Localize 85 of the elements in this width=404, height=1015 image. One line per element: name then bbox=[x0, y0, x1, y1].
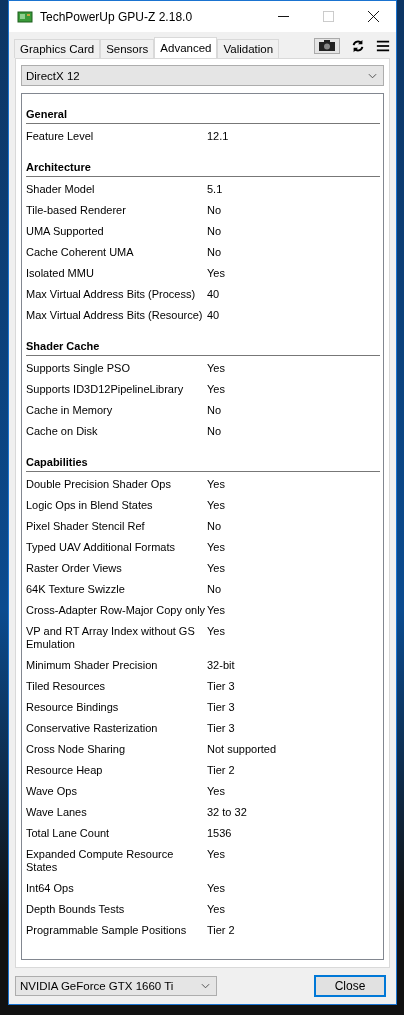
gpu-dropdown[interactable]: NVIDIA GeForce GTX 1660 Ti bbox=[15, 976, 217, 996]
property-value: Yes bbox=[207, 362, 225, 374]
property-value: Tier 2 bbox=[207, 764, 235, 776]
property-label: Double Precision Shader Ops bbox=[26, 478, 171, 490]
property-value: 1536 bbox=[207, 827, 232, 839]
property-value: Yes bbox=[207, 882, 225, 894]
property-value: Yes bbox=[207, 267, 225, 279]
property-value: No bbox=[207, 404, 222, 416]
section-heading: General bbox=[26, 108, 67, 120]
property-label: VP and RT Array Index without GS Emulation bbox=[26, 625, 195, 650]
property-value: Yes bbox=[207, 499, 225, 511]
property-value: Not supported bbox=[207, 743, 277, 755]
property-label: Typed UAV Additional Formats bbox=[26, 541, 175, 553]
property-value: 32-bit bbox=[207, 659, 235, 671]
tab[interactable]: Advanced bbox=[154, 37, 218, 59]
property-label: UMA Supported bbox=[26, 225, 104, 237]
property-value: Tier 3 bbox=[207, 701, 235, 713]
close-button[interactable]: Close bbox=[314, 975, 386, 997]
property-value: Yes bbox=[207, 785, 225, 797]
property-value: 32 to 32 bbox=[207, 806, 247, 818]
property-label: Cache Coherent UMA bbox=[26, 246, 134, 258]
property-label: Max Virtual Address Bits (Resource) bbox=[26, 309, 203, 321]
property-value: Yes bbox=[207, 625, 225, 637]
camera-icon[interactable] bbox=[314, 38, 340, 54]
property-value: Yes bbox=[207, 541, 225, 553]
property-value: 12.1 bbox=[207, 130, 229, 142]
property-label: Supports ID3D12PipelineLibrary bbox=[26, 383, 184, 395]
property-value: Yes bbox=[207, 848, 225, 860]
property-value: Yes bbox=[207, 478, 225, 490]
property-label: Supports Single PSO bbox=[26, 362, 130, 374]
window-title: TechPowerUp GPU-Z 2.18.0 bbox=[40, 9, 194, 24]
property-label: Programmable Sample Positions bbox=[26, 924, 187, 936]
tab[interactable]: Graphics Card bbox=[14, 39, 101, 58]
property-label: Wave Ops bbox=[26, 785, 77, 797]
property-label: Raster Order Views bbox=[26, 562, 122, 574]
property-value: Tier 2 bbox=[207, 924, 235, 936]
property-label: Cross-Adapter Row-Major Copy only bbox=[26, 604, 206, 616]
tab[interactable]: Validation bbox=[217, 39, 280, 58]
property-label: Max Virtual Address Bits (Process) bbox=[26, 288, 196, 300]
property-label: Cross Node Sharing bbox=[26, 743, 126, 755]
property-label: Tile-based Renderer bbox=[26, 204, 126, 216]
property-value: Tier 3 bbox=[207, 680, 235, 692]
section-heading: Shader Cache bbox=[26, 340, 100, 352]
api-dropdown[interactable]: DirectX 12 bbox=[21, 65, 384, 86]
chevron-down-icon bbox=[368, 72, 377, 79]
menu-icon[interactable] bbox=[376, 39, 390, 53]
property-value: 40 bbox=[207, 288, 220, 300]
property-value: No bbox=[207, 425, 222, 437]
property-label: Shader Model bbox=[26, 183, 95, 195]
property-value: 40 bbox=[207, 309, 220, 321]
property-label: Logic Ops in Blend States bbox=[26, 499, 153, 511]
close-icon[interactable] bbox=[368, 11, 379, 22]
property-value: 5.1 bbox=[207, 183, 223, 195]
chevron-down-icon bbox=[201, 983, 210, 989]
tab[interactable]: Sensors bbox=[100, 39, 155, 58]
property-label: Total Lane Count bbox=[26, 827, 110, 839]
property-label: Tiled Resources bbox=[26, 680, 106, 692]
property-label: Feature Level bbox=[26, 130, 94, 142]
property-value: Yes bbox=[207, 562, 225, 574]
property-label: Isolated MMU bbox=[26, 267, 94, 279]
property-label: Conservative Rasterization bbox=[26, 722, 158, 734]
graphics-card-icon bbox=[17, 8, 33, 25]
property-value: Yes bbox=[207, 903, 225, 915]
property-value: Yes bbox=[207, 604, 225, 616]
property-label: Int64 Ops bbox=[26, 882, 74, 894]
refresh-icon[interactable] bbox=[351, 39, 365, 53]
property-value: No bbox=[207, 246, 222, 258]
property-value: No bbox=[207, 225, 222, 237]
property-value: No bbox=[207, 204, 222, 216]
property-label: Minimum Shader Precision bbox=[26, 659, 158, 671]
section-heading: Capabilities bbox=[26, 456, 88, 468]
property-label: Depth Bounds Tests bbox=[26, 903, 125, 915]
property-value: No bbox=[207, 520, 222, 532]
property-value: No bbox=[207, 583, 222, 595]
property-label: Resource Heap bbox=[26, 764, 103, 776]
property-label: Wave Lanes bbox=[26, 806, 87, 818]
property-label: Resource Bindings bbox=[26, 701, 119, 713]
property-label: Cache in Memory bbox=[26, 404, 113, 416]
property-label: 64K Texture Swizzle bbox=[26, 583, 125, 595]
property-label: Cache on Disk bbox=[26, 425, 98, 437]
property-value: Tier 3 bbox=[207, 722, 235, 734]
property-label: Pixel Shader Stencil Ref bbox=[26, 520, 145, 532]
property-value: Yes bbox=[207, 383, 225, 395]
property-label: Expanded Compute Resource States bbox=[26, 848, 174, 873]
section-heading: Architecture bbox=[26, 161, 91, 173]
